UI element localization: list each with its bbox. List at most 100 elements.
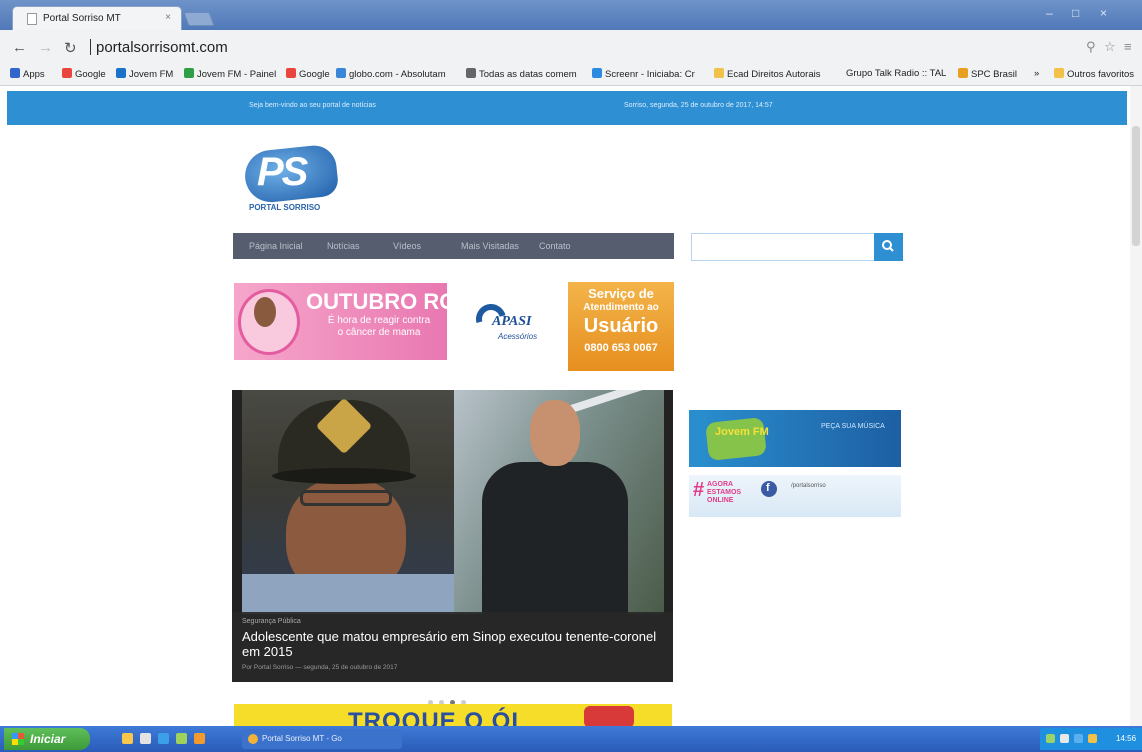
bookmark-item[interactable]: Grupo Talk Radio :: TAL [846, 68, 946, 79]
quicklaunch-icon[interactable] [158, 733, 169, 744]
oil-can-icon [584, 706, 634, 726]
nav-item-home[interactable]: Página Inicial [249, 241, 303, 251]
news-slider[interactable]: Segurança Pública Adolescente que matou … [232, 390, 673, 682]
slide-headline[interactable]: Adolescente que matou empresário em Sino… [242, 629, 662, 659]
search-input[interactable] [691, 233, 876, 261]
banner-apasi[interactable]: APASI Acessórios [470, 298, 564, 346]
radio-brand: Jovem FM [715, 426, 769, 438]
radio-logo-icon [705, 417, 767, 461]
clock: 14:56 [1116, 734, 1137, 743]
bookmark-item[interactable]: SPC Brasil [958, 68, 1017, 80]
quicklaunch-icon[interactable] [194, 733, 205, 744]
browser-toolbar: ← → ↻ portalsorrisomt.com ⚲ ☆ ≡ [0, 30, 1142, 64]
back-arrow-icon[interactable]: ← [12, 39, 27, 56]
spc-icon [958, 68, 968, 78]
apasi-name: APASI [492, 314, 532, 329]
slide-category: Segurança Pública [242, 618, 301, 625]
banner-online[interactable]: # AGORA ESTAMOS ONLINE f /portalsorriso [689, 475, 901, 517]
quicklaunch-icon[interactable] [140, 733, 151, 744]
page-favicon-icon [27, 13, 37, 25]
taskbar-window-label: Portal Sorriso MT - Go [262, 734, 342, 743]
bookmark-folder[interactable]: Outros favoritos [1054, 68, 1134, 80]
chrome-icon [248, 734, 258, 744]
welcome-text: Seja bem-vindo ao seu portal de notícias [249, 102, 376, 109]
banner-troque-oleo[interactable]: TROQUE O ÓL [234, 704, 672, 726]
bookmark-item[interactable]: Google [286, 68, 330, 80]
google-icon [62, 68, 72, 78]
banner-face [254, 297, 276, 327]
logo-mark: PS [257, 150, 308, 194]
tray-icon[interactable] [1046, 734, 1055, 743]
banner-radio[interactable]: Jovem FM PEÇA SUA MÚSICA [689, 410, 901, 467]
nav-item-contact[interactable]: Contato [539, 241, 571, 251]
tab-close-icon[interactable]: × [165, 12, 171, 23]
bookmark-item[interactable]: Todas as datas comem [466, 68, 577, 80]
maximize-button[interactable]: □ [1072, 6, 1079, 20]
search-button[interactable] [874, 233, 903, 261]
folder-icon [1054, 68, 1064, 78]
forward-arrow-icon[interactable]: → [38, 39, 53, 56]
apps-grid-icon [10, 68, 20, 78]
date-text: Sorriso, segunda, 25 de outubro de 2017,… [624, 102, 773, 109]
screenr-icon [592, 68, 602, 78]
start-button[interactable]: Iniciar [4, 728, 90, 750]
scrollbar-thumb[interactable] [1132, 126, 1140, 246]
banner-outubro-rosa[interactable]: OUTUBRO ROSA É hora de reagir contra o c… [234, 283, 487, 360]
zoom-icon[interactable]: ⚲ [1086, 39, 1096, 55]
drive-icon [184, 68, 194, 78]
radio-icon [116, 68, 126, 78]
slide-photo-officer [242, 390, 454, 614]
tray-icon[interactable] [1074, 734, 1083, 743]
banner-title: OUTUBRO ROSA [306, 289, 487, 314]
bookmark-item[interactable]: Jovem FM - Painel [184, 68, 276, 80]
more-bookmarks-button[interactable]: » [1034, 68, 1039, 79]
scrollbar[interactable] [1130, 86, 1142, 726]
bookmark-item[interactable]: globo.com - Absolutam [336, 68, 446, 80]
slider-pagination [428, 692, 472, 705]
bookmark-item[interactable]: Apps [10, 68, 45, 80]
tray-icon[interactable] [1088, 734, 1097, 743]
new-tab-button[interactable] [183, 12, 215, 26]
address-bar[interactable]: portalsorrisomt.com [90, 36, 1090, 58]
bookmark-item[interactable]: Jovem FM [116, 68, 173, 80]
reload-icon[interactable]: ↻ [64, 39, 77, 57]
web-page: Seja bem-vindo ao seu portal de notícias… [0, 86, 1142, 726]
bookmark-item[interactable]: Google [62, 68, 106, 80]
tray-icon[interactable] [1060, 734, 1069, 743]
slide-meta: Por Portal Sorriso — segunda, 25 de outu… [242, 664, 398, 671]
bookmarks-bar: Apps Google Jovem FM Jovem FM - Painel G… [0, 64, 1142, 86]
browser-tab[interactable]: Portal Sorriso MT × [12, 6, 182, 30]
banner-servico-atendimento[interactable]: Serviço de Atendimento ao Usuário 0800 6… [568, 282, 674, 371]
nav-item-videos[interactable]: Vídeos [393, 241, 421, 251]
online-text: AGORA ESTAMOS ONLINE [707, 481, 742, 504]
system-tray: 14:56 [1040, 728, 1142, 750]
start-label: Iniciar [30, 732, 66, 746]
main-nav: Página Inicial Notícias Vídeos Mais Visi… [233, 233, 674, 259]
tab-title: Portal Sorriso MT [43, 13, 121, 24]
windows-flag-icon [12, 733, 24, 745]
nav-item-news[interactable]: Notícias [327, 241, 360, 251]
logo-subtitle: PORTAL SORRISO [249, 203, 321, 212]
menu-icon[interactable]: ≡ [1124, 39, 1132, 54]
servico-phone: 0800 653 0067 [584, 342, 658, 354]
banner-subtitle: É hora de reagir contra o câncer de mama [327, 315, 431, 338]
link-icon [466, 68, 476, 78]
servico-line3: Usuário [583, 315, 659, 337]
quicklaunch-icon[interactable] [176, 733, 187, 744]
google-icon [286, 68, 296, 78]
bookmark-star-icon[interactable]: ☆ [1104, 39, 1116, 55]
bookmark-item[interactable]: Screenr - Iniciaba: Cr [592, 68, 695, 80]
close-window-button[interactable]: × [1100, 6, 1107, 20]
site-search [691, 233, 903, 261]
bookmark-item[interactable]: Ecad Direitos Autorais [714, 68, 820, 80]
slide-caption[interactable]: Segurança Pública Adolescente que matou … [232, 612, 673, 682]
nav-item-most-visited[interactable]: Mais Visitadas [461, 241, 519, 251]
quicklaunch-icon[interactable] [122, 733, 133, 744]
site-logo[interactable]: PS PORTAL SORRISO [242, 140, 343, 220]
minimize-button[interactable]: – [1046, 6, 1053, 20]
site-top-bar: Seja bem-vindo ao seu portal de notícias… [7, 91, 1127, 125]
os-taskbar: Iniciar Portal Sorriso MT - Go 14:56 [0, 726, 1142, 752]
taskbar-window-button[interactable]: Portal Sorriso MT - Go [242, 729, 402, 749]
search-icon [882, 240, 894, 252]
servico-line2: Atendimento ao [583, 302, 659, 313]
